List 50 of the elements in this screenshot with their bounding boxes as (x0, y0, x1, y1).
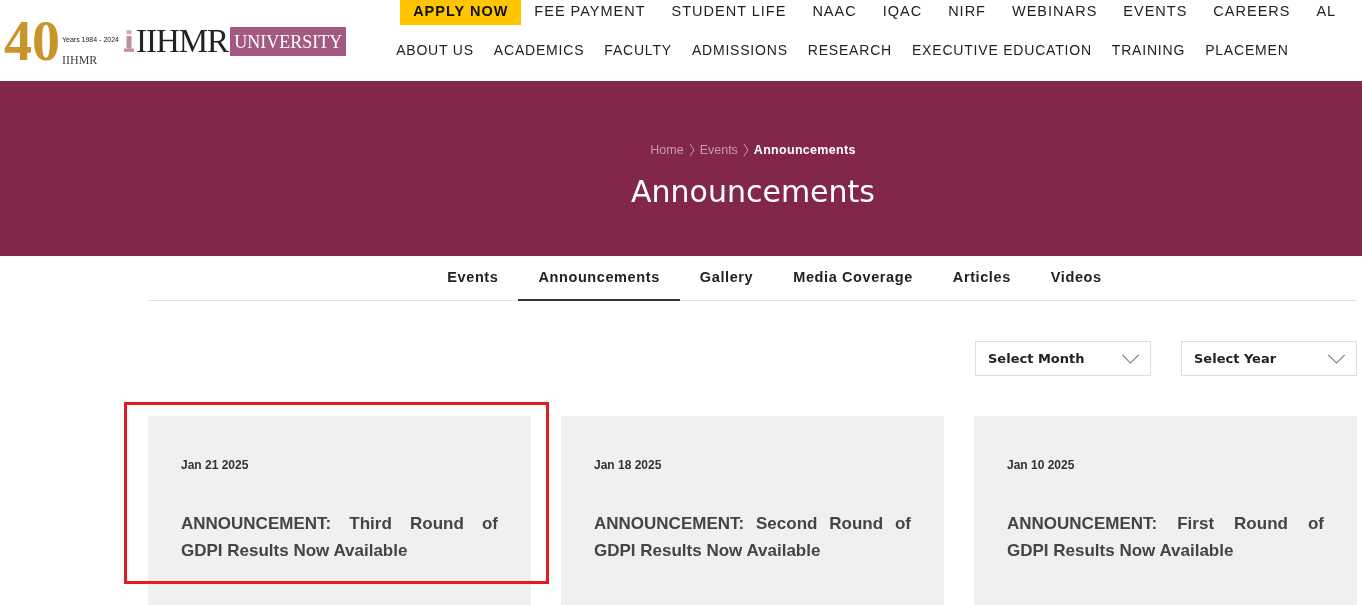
page-title: Announcements (631, 174, 875, 209)
card-title[interactable]: ANNOUNCEMENT: First Round of GDPI Results Now Available (1007, 510, 1324, 564)
chevron-icon (742, 143, 749, 157)
caret-icon (1327, 353, 1346, 364)
dropdown[interactable]: Select Year (1181, 341, 1357, 376)
breadcrumb-link[interactable]: Events (699, 143, 738, 157)
nav-link[interactable]: STUDENT LIFE (658, 0, 800, 25)
apply-now-button[interactable]: APPLY NOW (400, 0, 522, 25)
card-title[interactable]: ANNOUNCEMENT: Third Round of GDPI Results Now Available (181, 510, 498, 564)
letter-i-icon (123, 28, 134, 54)
tab[interactable]: Events (427, 256, 519, 301)
nav-link[interactable]: ADMISSIONS (691, 42, 788, 58)
wordmark-suffix: UNIVERSITY (230, 26, 347, 56)
nav-link[interactable]: TRAINING (1111, 42, 1186, 58)
tab[interactable]: Videos (1030, 256, 1122, 301)
card-date: Jan 10 2025 (1007, 458, 1076, 472)
nav-link[interactable]: NAAC (799, 0, 870, 25)
wordmark: IIHMR (135, 24, 229, 58)
dropdown-placeholder: Select Year (1194, 351, 1277, 366)
nav-link[interactable]: ACADEMICS (493, 42, 585, 58)
nav-link[interactable]: WEBINARS (999, 0, 1111, 25)
nav-link[interactable]: FEE PAYMENT (521, 0, 659, 25)
card-date: Jan 21 2025 (181, 458, 250, 472)
nav-link[interactable]: IQAC (869, 0, 936, 25)
nav-link[interactable]: EVENTS (1110, 0, 1201, 25)
card-title[interactable]: ANNOUNCEMENT: Second Round of GDPI Results Now Available (594, 510, 911, 564)
announcement-card[interactable]: Jan 21 2025 ANNOUNCEMENT: Third Round of GDPI Results Now Available (148, 416, 531, 605)
nav-link[interactable]: NIRF (935, 0, 999, 25)
anniversary-number: 40 (4, 12, 60, 70)
tab[interactable]: Articles (932, 256, 1031, 301)
nav-link[interactable]: FACULTY (604, 42, 672, 58)
caret-icon (1121, 353, 1140, 364)
tab[interactable]: Gallery (679, 256, 774, 301)
card-date: Jan 18 2025 (594, 458, 663, 472)
nav-link[interactable]: EXECUTIVE EDUCATION (912, 42, 1092, 58)
nav-link[interactable]: RESEARCH (807, 42, 892, 58)
tab[interactable]: Media Coverage (773, 256, 933, 301)
nav-link[interactable]: ABOUT US (396, 42, 474, 58)
breadcrumb-current: Announcements (753, 143, 856, 157)
announcement-card[interactable]: Jan 18 2025 ANNOUNCEMENT: Second Round of GDPI Results Now Available (561, 416, 944, 605)
anniversary-name: IIHMR (62, 53, 99, 68)
nav-link[interactable]: AL (1303, 0, 1350, 25)
dropdown[interactable]: Select Month (975, 341, 1151, 376)
chevron-icon (688, 143, 695, 157)
dropdown-placeholder: Select Month (988, 351, 1085, 366)
nav-link[interactable]: PLACEMEN (1205, 42, 1289, 58)
breadcrumb-link[interactable]: Home (650, 143, 684, 157)
nav-link[interactable]: CAREERS (1200, 0, 1304, 25)
announcement-card[interactable]: Jan 10 2025 ANNOUNCEMENT: First Round of GDPI Results Now Available (974, 416, 1357, 605)
tab[interactable]: Announcements (518, 256, 680, 301)
